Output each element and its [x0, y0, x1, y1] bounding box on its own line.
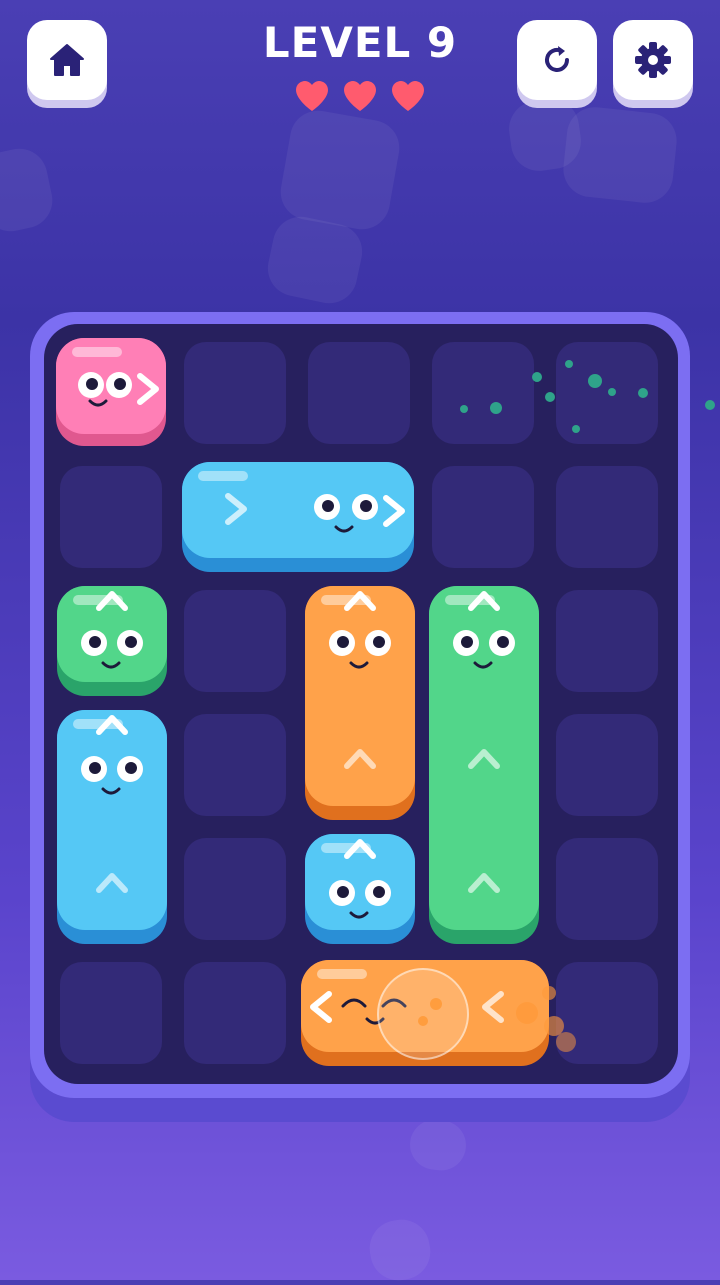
- grid-cell: [556, 714, 658, 816]
- heart-icon: [296, 81, 328, 111]
- restart-icon: [545, 46, 569, 72]
- arrow-up-icon: [344, 749, 376, 769]
- blue-horizontal-block[interactable]: [182, 462, 414, 572]
- grid-cell: [556, 838, 658, 940]
- touch-indicator: [377, 968, 469, 1060]
- restart-button[interactable]: [517, 20, 597, 100]
- green-block[interactable]: [57, 586, 167, 696]
- grid-cell: [184, 590, 286, 692]
- grid-cell: [184, 962, 286, 1064]
- grid-cell: [556, 590, 658, 692]
- arrow-left-icon: [482, 991, 504, 1023]
- arrow-up-icon: [344, 839, 376, 859]
- pink-block[interactable]: [56, 338, 166, 446]
- settings-button[interactable]: [613, 20, 693, 100]
- particle: [516, 1002, 538, 1024]
- grid-cell: [60, 466, 162, 568]
- particle: [418, 1016, 428, 1026]
- arrow-up-icon: [468, 873, 500, 893]
- arrow-up-icon: [468, 749, 500, 769]
- grid-cell: [60, 962, 162, 1064]
- particle: [545, 392, 555, 402]
- particle: [556, 1032, 576, 1052]
- arrow-up-icon: [344, 591, 376, 611]
- heart-icon: [344, 81, 376, 111]
- arrow-right-icon: [225, 493, 247, 525]
- green-vertical-block[interactable]: [429, 586, 539, 944]
- particle: [532, 372, 542, 382]
- particle: [608, 388, 616, 396]
- background-square: [0, 143, 58, 237]
- grid-cell: [184, 714, 286, 816]
- arrow-right-icon: [383, 495, 405, 527]
- grid-cell: [184, 838, 286, 940]
- particle: [460, 405, 468, 413]
- gear-icon: [635, 42, 671, 78]
- grid-cell: [432, 342, 534, 444]
- arrow-left-icon: [310, 991, 332, 1023]
- lives-hearts: [0, 80, 720, 112]
- arrow-up-icon: [96, 591, 128, 611]
- arrow-up-icon: [468, 591, 500, 611]
- blue-vertical-block[interactable]: [57, 710, 167, 944]
- arrow-right-icon: [137, 373, 159, 405]
- particle: [430, 998, 442, 1010]
- particle: [542, 986, 556, 1000]
- particle: [588, 374, 602, 388]
- particle: [572, 425, 580, 433]
- particle: [705, 400, 715, 410]
- grid-cell: [432, 466, 534, 568]
- particle: [638, 388, 648, 398]
- level-title: LEVEL 9: [262, 18, 458, 67]
- arrow-up-icon: [96, 873, 128, 893]
- blue-block[interactable]: [305, 834, 415, 944]
- heart-icon: [392, 81, 424, 111]
- grid-cell: [308, 342, 410, 444]
- background-square: [406, 1116, 470, 1174]
- arrow-up-icon: [96, 715, 128, 735]
- background-square: [365, 1215, 435, 1285]
- background-square: [560, 104, 680, 206]
- particle: [565, 360, 573, 368]
- background-square: [276, 106, 404, 234]
- particle: [490, 402, 502, 414]
- grid-cell: [184, 342, 286, 444]
- grid-cell: [556, 466, 658, 568]
- orange-vertical-block[interactable]: [305, 586, 415, 820]
